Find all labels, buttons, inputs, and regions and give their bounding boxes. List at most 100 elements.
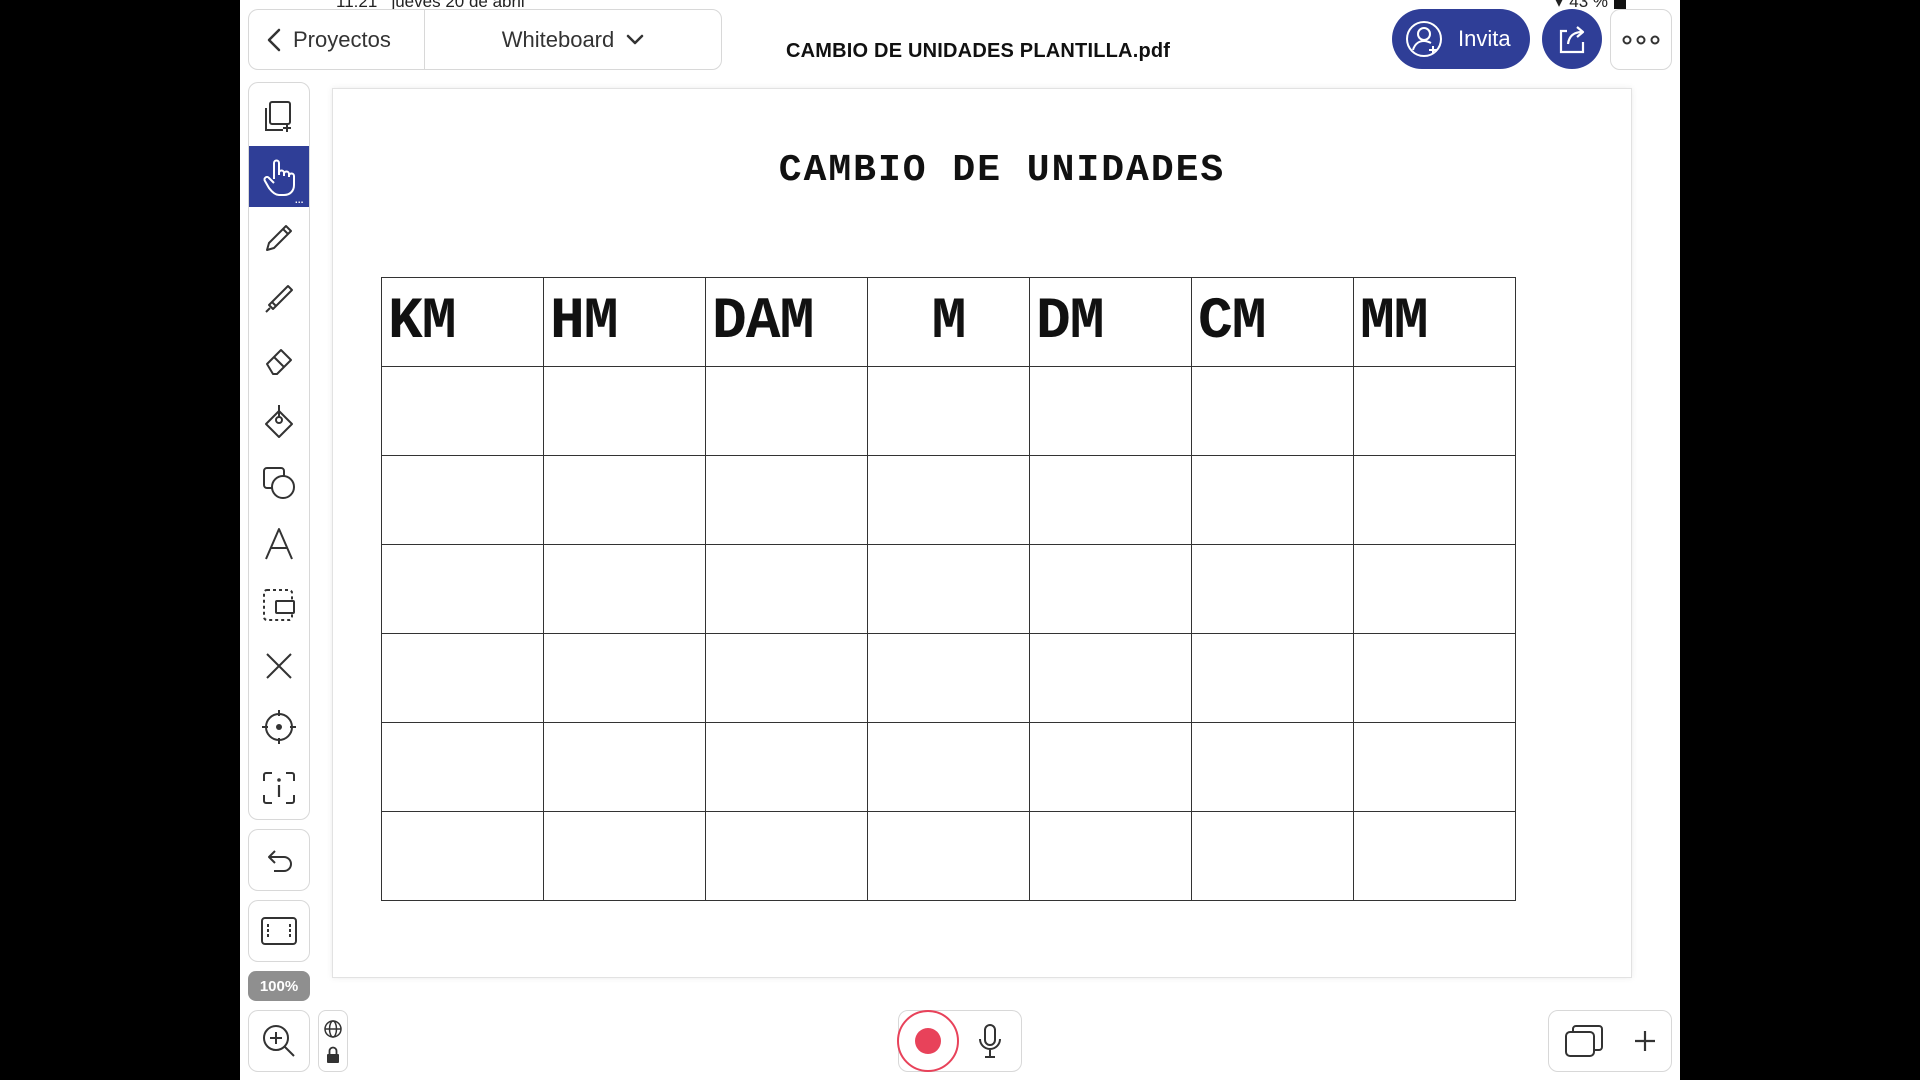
table-cell[interactable] bbox=[1191, 366, 1354, 456]
table-cell[interactable] bbox=[867, 455, 1030, 545]
table-cell[interactable] bbox=[1029, 811, 1192, 901]
unit-header: MM bbox=[1353, 277, 1516, 367]
globe-icon[interactable] bbox=[323, 1019, 343, 1039]
close-icon bbox=[266, 653, 292, 679]
table-cell[interactable] bbox=[381, 811, 544, 901]
pencil-icon bbox=[266, 224, 292, 251]
table-cell[interactable] bbox=[381, 366, 544, 456]
unit-header: M bbox=[867, 277, 1030, 367]
table-cell[interactable] bbox=[1353, 366, 1516, 456]
table-cell[interactable] bbox=[543, 811, 706, 901]
table-cell[interactable] bbox=[1029, 633, 1192, 723]
view-options bbox=[318, 1010, 348, 1072]
tool-info[interactable] bbox=[249, 758, 309, 819]
unit-header: DM bbox=[1029, 277, 1192, 367]
invite-label: Invita bbox=[1458, 26, 1511, 51]
zoom-in-button[interactable] bbox=[248, 1010, 310, 1072]
document-page[interactable]: CAMBIO DE UNIDADES KM HM DAM M DM CM MM bbox=[332, 88, 1632, 978]
add-page-button[interactable] bbox=[1632, 1028, 1658, 1054]
page-overview-button[interactable] bbox=[1563, 1023, 1605, 1059]
table-cell[interactable] bbox=[381, 455, 544, 545]
table-cell[interactable] bbox=[543, 722, 706, 812]
table-cell[interactable] bbox=[1029, 455, 1192, 545]
table-cell[interactable] bbox=[381, 544, 544, 634]
record-button[interactable] bbox=[897, 1010, 959, 1072]
share-button[interactable] bbox=[1542, 9, 1602, 69]
page-controls bbox=[1548, 1010, 1672, 1072]
unit-header: CM bbox=[1191, 277, 1354, 367]
chevron-down-icon bbox=[627, 34, 644, 44]
share-icon bbox=[1559, 26, 1585, 54]
table-cell[interactable] bbox=[1353, 544, 1516, 634]
table-cell[interactable] bbox=[867, 633, 1030, 723]
table-cell[interactable] bbox=[1191, 544, 1354, 634]
table-cell[interactable] bbox=[1353, 633, 1516, 723]
tool-highlighter[interactable] bbox=[249, 269, 309, 330]
table-cell[interactable] bbox=[867, 366, 1030, 456]
app-screen: 11:21 jueves 20 de abril ▾ 43 % Proyecto… bbox=[240, 0, 1680, 1080]
mode-label: Whiteboard bbox=[501, 26, 615, 52]
tool-laser[interactable] bbox=[249, 697, 309, 758]
tool-shapes[interactable] bbox=[249, 452, 309, 513]
plus-icon bbox=[1634, 1031, 1655, 1051]
table-cell[interactable] bbox=[705, 544, 868, 634]
table-cell[interactable] bbox=[1353, 455, 1516, 545]
table-cell[interactable] bbox=[1191, 633, 1354, 723]
table-cell[interactable] bbox=[705, 366, 868, 456]
table-cell[interactable] bbox=[543, 544, 706, 634]
table-row bbox=[381, 722, 1516, 812]
table-cell[interactable] bbox=[1029, 722, 1192, 812]
eraser-icon bbox=[266, 349, 292, 376]
zoom-in-icon bbox=[263, 1025, 295, 1057]
table-cell[interactable] bbox=[705, 811, 868, 901]
add-user-icon bbox=[1406, 21, 1442, 57]
tool-lasso[interactable] bbox=[249, 574, 309, 635]
tool-pencil[interactable] bbox=[249, 207, 309, 268]
tool-palette: ... bbox=[248, 82, 310, 820]
back-button[interactable]: Proyectos bbox=[249, 10, 425, 69]
table-cell[interactable] bbox=[381, 722, 544, 812]
table-cell[interactable] bbox=[543, 366, 706, 456]
tool-hand[interactable]: ... bbox=[249, 146, 309, 208]
more-options-button[interactable] bbox=[1610, 9, 1672, 70]
tool-fill[interactable] bbox=[249, 391, 309, 452]
table-cell[interactable] bbox=[1029, 366, 1192, 456]
table-cell[interactable] bbox=[1353, 811, 1516, 901]
table-cell[interactable] bbox=[543, 633, 706, 723]
lock-icon[interactable] bbox=[325, 1046, 341, 1064]
mode-dropdown[interactable]: Whiteboard bbox=[425, 10, 721, 69]
undo-button[interactable] bbox=[248, 829, 310, 891]
table-cell[interactable] bbox=[1353, 722, 1516, 812]
table-cell[interactable] bbox=[867, 544, 1030, 634]
table-cell[interactable] bbox=[705, 455, 868, 545]
fill-bucket-icon bbox=[265, 405, 293, 439]
table-cell[interactable] bbox=[705, 633, 868, 723]
table-cell[interactable] bbox=[1029, 544, 1192, 634]
unit-header: KM bbox=[381, 277, 544, 367]
table-cell[interactable] bbox=[1191, 811, 1354, 901]
tool-eraser[interactable] bbox=[249, 330, 309, 391]
info-icon bbox=[263, 772, 295, 805]
table-cell[interactable] bbox=[705, 722, 868, 812]
invite-button[interactable]: Invita bbox=[1392, 9, 1530, 69]
tool-close[interactable] bbox=[249, 636, 309, 697]
text-icon bbox=[265, 527, 293, 560]
table-cell[interactable] bbox=[1191, 455, 1354, 545]
table-cell[interactable] bbox=[867, 811, 1030, 901]
units-table: KM HM DAM M DM CM MM bbox=[381, 277, 1516, 901]
table-row bbox=[381, 455, 1516, 545]
table-cell[interactable] bbox=[1191, 722, 1354, 812]
units-table-body bbox=[381, 366, 1516, 901]
table-row bbox=[381, 633, 1516, 723]
microphone-button[interactable] bbox=[959, 1022, 1021, 1060]
table-cell[interactable] bbox=[381, 633, 544, 723]
tool-text[interactable] bbox=[249, 513, 309, 574]
fullscreen-button[interactable] bbox=[248, 900, 310, 962]
tool-add-page[interactable] bbox=[249, 85, 309, 146]
battery-icon bbox=[1614, 0, 1626, 9]
table-cell[interactable] bbox=[543, 455, 706, 545]
record-dot-icon bbox=[915, 1028, 941, 1054]
table-cell[interactable] bbox=[867, 722, 1030, 812]
back-label: Proyectos bbox=[293, 26, 391, 52]
units-header-row: KM HM DAM M DM CM MM bbox=[381, 277, 1516, 367]
